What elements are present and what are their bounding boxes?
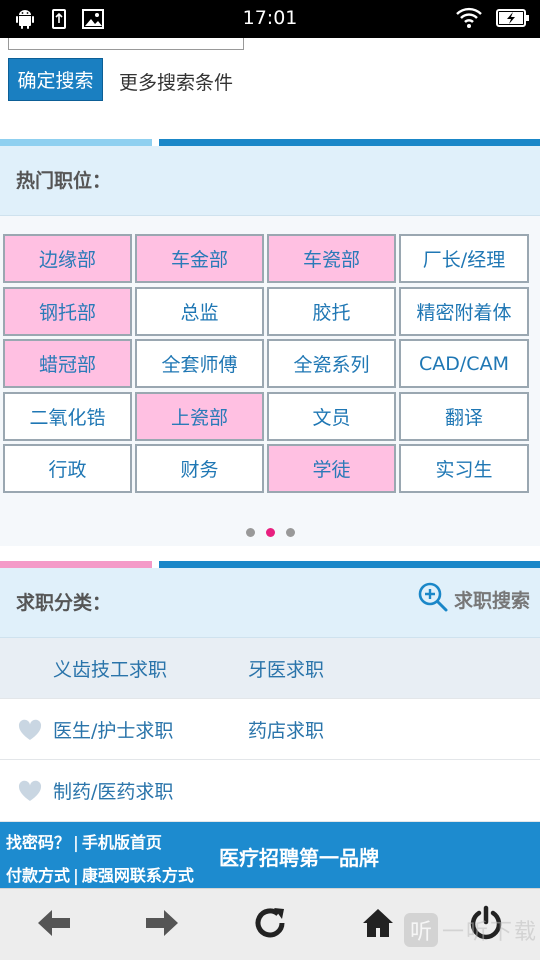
category-dental-tech-jobs[interactable]: 义齿技工求职 xyxy=(53,655,167,682)
hot-job-item[interactable]: 蜡冠部 xyxy=(3,339,132,388)
hot-job-item[interactable]: 总监 xyxy=(135,286,264,336)
hot-job-item[interactable]: 实习生 xyxy=(399,444,529,493)
footer-separator: | xyxy=(73,833,79,852)
watermark-text: 一听下载 xyxy=(441,920,538,945)
hot-job-item[interactable]: 全瓷系列 xyxy=(267,339,396,388)
battery-charging-icon xyxy=(496,8,530,32)
hot-job-item[interactable]: 车金部 xyxy=(135,234,264,283)
more-search-conditions-link[interactable]: 更多搜索条件 xyxy=(119,68,233,95)
forward-button[interactable] xyxy=(142,905,182,945)
hot-job-item[interactable]: 钢托部 xyxy=(3,286,132,336)
category-dentist-jobs[interactable]: 牙医求职 xyxy=(248,655,324,682)
footer-bar: 找密码？ | 手机版首页 付款方式 | 康强网联系方式 医疗招聘第一品牌 xyxy=(0,822,540,888)
forward-arrow-icon xyxy=(144,907,180,943)
footer-slogan: 医疗招聘第一品牌 xyxy=(219,846,379,870)
hot-job-item[interactable]: 车瓷部 xyxy=(267,234,396,283)
refresh-button[interactable] xyxy=(250,905,290,945)
page-dot[interactable] xyxy=(285,528,295,537)
category-pharma-jobs[interactable]: 制药/医药求职 xyxy=(53,777,173,804)
browser-bottom-nav: 听 一听下载 xyxy=(0,888,540,960)
section-divider xyxy=(0,139,540,146)
job-categories-title: 求职分类： xyxy=(16,592,112,614)
category-row: 制药/医药求职 xyxy=(0,760,540,822)
hot-job-item[interactable]: 全套师傅 xyxy=(135,339,264,388)
home-button[interactable] xyxy=(358,905,398,945)
page-indicator xyxy=(0,528,540,537)
footer-separator: | xyxy=(73,866,79,885)
wifi-icon xyxy=(456,7,482,33)
page-dot[interactable] xyxy=(245,528,255,537)
hot-job-item[interactable]: 行政 xyxy=(3,444,132,493)
forgot-password-link[interactable]: 找密码？ xyxy=(6,833,70,852)
payment-methods-link[interactable]: 付款方式 xyxy=(6,866,70,885)
hot-jobs-panel: 边缘部 车金部 车瓷部 厂长/经理钢托部 总监 胶托 精密附着体蜡冠部 全套师傅 全瓷系列 CAD… xyxy=(0,216,540,546)
hot-jobs-grid: 边缘部 车金部 车瓷部 厂长/经理钢托部 总监 胶托 精密附着体蜡冠部 全套师傅 全瓷系列 CAD… xyxy=(3,234,532,493)
category-row: 医生/护士求职 药店求职 xyxy=(0,699,540,760)
back-button[interactable] xyxy=(34,905,74,945)
hot-job-item[interactable]: 胶托 xyxy=(267,286,396,336)
watermark: 听 一听下载 xyxy=(403,913,538,947)
hot-job-item[interactable]: 厂长/经理 xyxy=(399,234,529,283)
category-doctor-nurse-jobs[interactable]: 医生/护士求职 xyxy=(53,716,173,743)
footer-links-row-2: 付款方式 | 康强网联系方式 xyxy=(6,862,194,886)
refresh-icon xyxy=(252,905,288,945)
heart-icon xyxy=(17,718,43,742)
hot-job-item[interactable]: 精密附着体 xyxy=(399,286,529,336)
hot-job-item[interactable]: 二氧化锆 xyxy=(3,391,132,441)
hot-jobs-title: 热门职位： xyxy=(16,170,112,192)
hot-job-item[interactable]: 翻译 xyxy=(399,391,529,441)
zoom-in-icon xyxy=(416,580,450,618)
category-row: 义齿技工求职 牙医求职 xyxy=(0,638,540,699)
status-bar: 17:01 xyxy=(0,0,540,38)
hot-jobs-header: 热门职位： xyxy=(0,146,540,216)
category-pharmacy-jobs[interactable]: 药店求职 xyxy=(248,716,324,743)
home-icon xyxy=(361,907,395,943)
heart-icon xyxy=(17,779,43,803)
section-divider xyxy=(0,561,540,568)
footer-links-row-1: 找密码？ | 手机版首页 xyxy=(6,829,162,853)
watermark-logo: 听 xyxy=(403,913,438,947)
hot-job-item[interactable]: 财务 xyxy=(135,444,264,493)
job-search-button[interactable]: 求职搜索 xyxy=(416,580,530,618)
job-search-label: 求职搜索 xyxy=(453,589,530,612)
hot-job-item[interactable]: 边缘部 xyxy=(3,234,132,283)
search-area: 确定搜索 更多搜索条件 xyxy=(0,38,540,136)
hot-job-item[interactable]: 文员 xyxy=(267,391,396,441)
back-arrow-icon xyxy=(36,907,72,943)
mobile-home-link[interactable]: 手机版首页 xyxy=(82,833,162,852)
hot-job-item[interactable]: 上瓷部 xyxy=(135,391,264,441)
search-input[interactable] xyxy=(8,38,244,50)
hot-job-item[interactable]: CAD/CAM xyxy=(399,339,529,388)
page-dot[interactable] xyxy=(265,528,275,537)
contact-link[interactable]: 康强网联系方式 xyxy=(82,866,194,885)
confirm-search-button[interactable]: 确定搜索 xyxy=(8,58,103,101)
hot-job-item[interactable]: 学徒 xyxy=(267,444,396,493)
